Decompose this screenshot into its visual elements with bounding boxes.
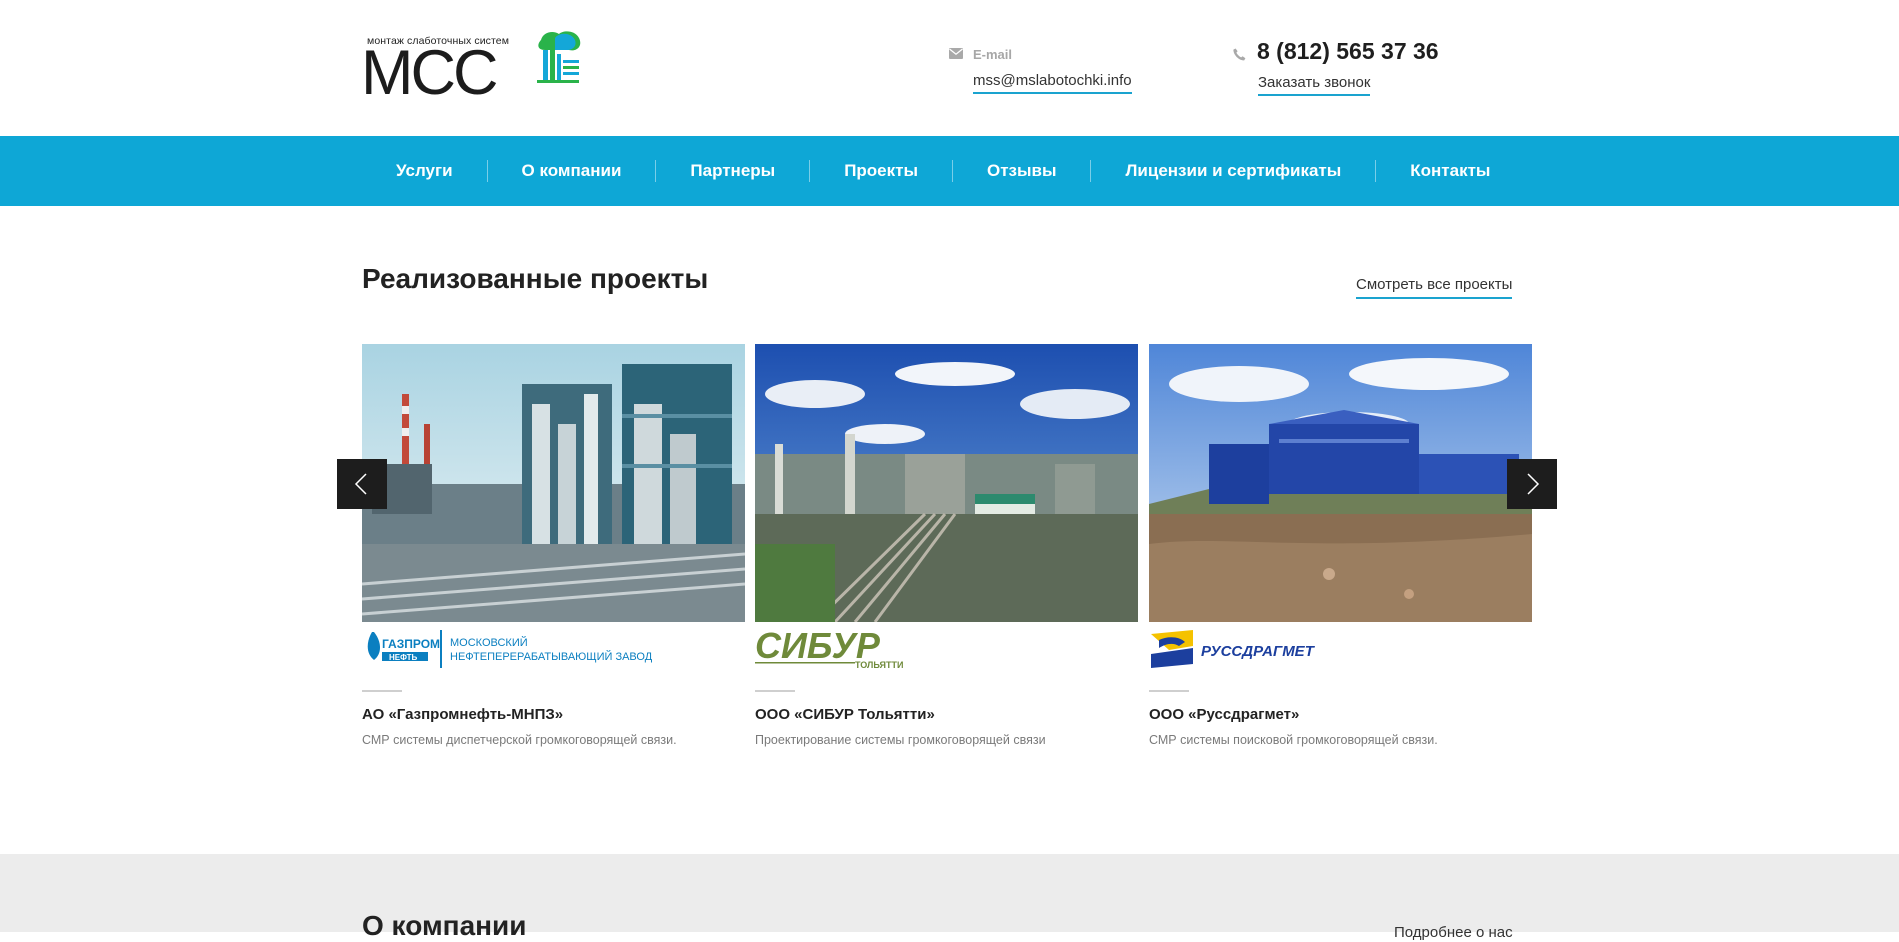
project-name[interactable]: ООО «Руссдрагмет» [1149, 706, 1532, 723]
project-name[interactable]: ООО «СИБУР Тольятти» [755, 706, 1138, 723]
site-logo[interactable]: монтаж слаботочных систем МСС [361, 28, 586, 105]
brand-text: МОСКОВСКИЙ [450, 636, 528, 649]
project-photo-refinery[interactable] [362, 344, 745, 622]
project-card[interactable]: ГАЗПРОМ НЕФТЬ МОСКОВСКИЙ НЕФТЕПЕРЕРАБАТЫ… [362, 344, 745, 747]
brand-text: НЕФТЬ [389, 653, 418, 662]
nav-item-partners[interactable]: Партнеры [656, 136, 809, 206]
project-description: Проектирование системы громкоговорящей с… [755, 733, 1046, 747]
arrow-left-icon [354, 473, 367, 495]
project-card[interactable]: СИБУР ТОЛЬЯТТИ ООО «СИБУР Тольятти» Прое… [755, 344, 1138, 747]
nav-item-licenses[interactable]: Лицензии и сертификаты [1091, 136, 1375, 206]
brand-text: ГАЗПРОМ [382, 637, 440, 651]
about-title: О компании [362, 910, 527, 941]
about-more-link[interactable]: Подробнее о нас [1394, 924, 1513, 941]
card-divider [1149, 690, 1189, 692]
callback-link[interactable]: Заказать звонок [1258, 74, 1371, 96]
nav-item-contacts[interactable]: Контакты [1376, 136, 1524, 206]
project-name[interactable]: АО «Газпромнефть-МНПЗ» [362, 706, 745, 723]
brand-logo-sibur: СИБУР ТОЛЬЯТТИ [755, 625, 1138, 690]
card-divider [755, 690, 795, 692]
nav-list: Услуги О компании Партнеры Проекты Отзыв… [362, 136, 1524, 206]
project-description: СМР системы диспетчерской громкоговоряще… [362, 733, 677, 747]
view-all-projects-link[interactable]: Смотреть все проекты [1356, 276, 1513, 299]
about-section: О компании Подробнее о нас [0, 854, 1899, 941]
email-link[interactable]: mss@mslabotochki.info [973, 72, 1132, 94]
carousel-prev-button[interactable] [337, 459, 387, 509]
nav-item-reviews[interactable]: Отзывы [953, 136, 1091, 206]
project-photo-industrial-building[interactable] [1149, 344, 1532, 622]
brand-text: НЕФТЕПЕРЕРАБАТЫВАЮЩИЙ ЗАВОД [450, 650, 653, 663]
card-divider [362, 690, 402, 692]
arrow-right-icon [1527, 473, 1540, 495]
nav-item-services[interactable]: Услуги [362, 136, 487, 206]
brand-logo-russdragmet: РУССДРАГМЕТ [1149, 628, 1532, 690]
nav-item-projects[interactable]: Проекты [810, 136, 952, 206]
envelope-icon [949, 48, 963, 59]
phone-number[interactable]: 8 (812) 565 37 36 [1257, 38, 1439, 65]
projects-title: Реализованные проекты [362, 263, 709, 294]
brand-text: ТОЛЬЯТТИ [855, 660, 903, 670]
email-label: E-mail [973, 47, 1013, 62]
site-header: монтаж слаботочных систем МСС E-mail mss… [0, 0, 1899, 136]
brand-text: РУССДРАГМЕТ [1201, 643, 1316, 660]
project-photo-chemical-plant[interactable] [755, 344, 1138, 622]
factory-logo-icon [537, 31, 581, 83]
brand-logo-gazpromneft: ГАЗПРОМ НЕФТЬ МОСКОВСКИЙ НЕФТЕПЕРЕРАБАТЫ… [362, 628, 745, 690]
project-card[interactable]: РУССДРАГМЕТ ООО «Руссдрагмет» СМР систем… [1149, 344, 1532, 747]
main-navigation: Услуги О компании Партнеры Проекты Отзыв… [0, 136, 1899, 206]
logo-wordmark: МСС [361, 38, 498, 108]
phone-icon [1233, 48, 1246, 61]
project-description: СМР системы поисковой громкоговорящей св… [1149, 733, 1438, 747]
carousel-next-button[interactable] [1507, 459, 1557, 509]
nav-item-about[interactable]: О компании [488, 136, 656, 206]
